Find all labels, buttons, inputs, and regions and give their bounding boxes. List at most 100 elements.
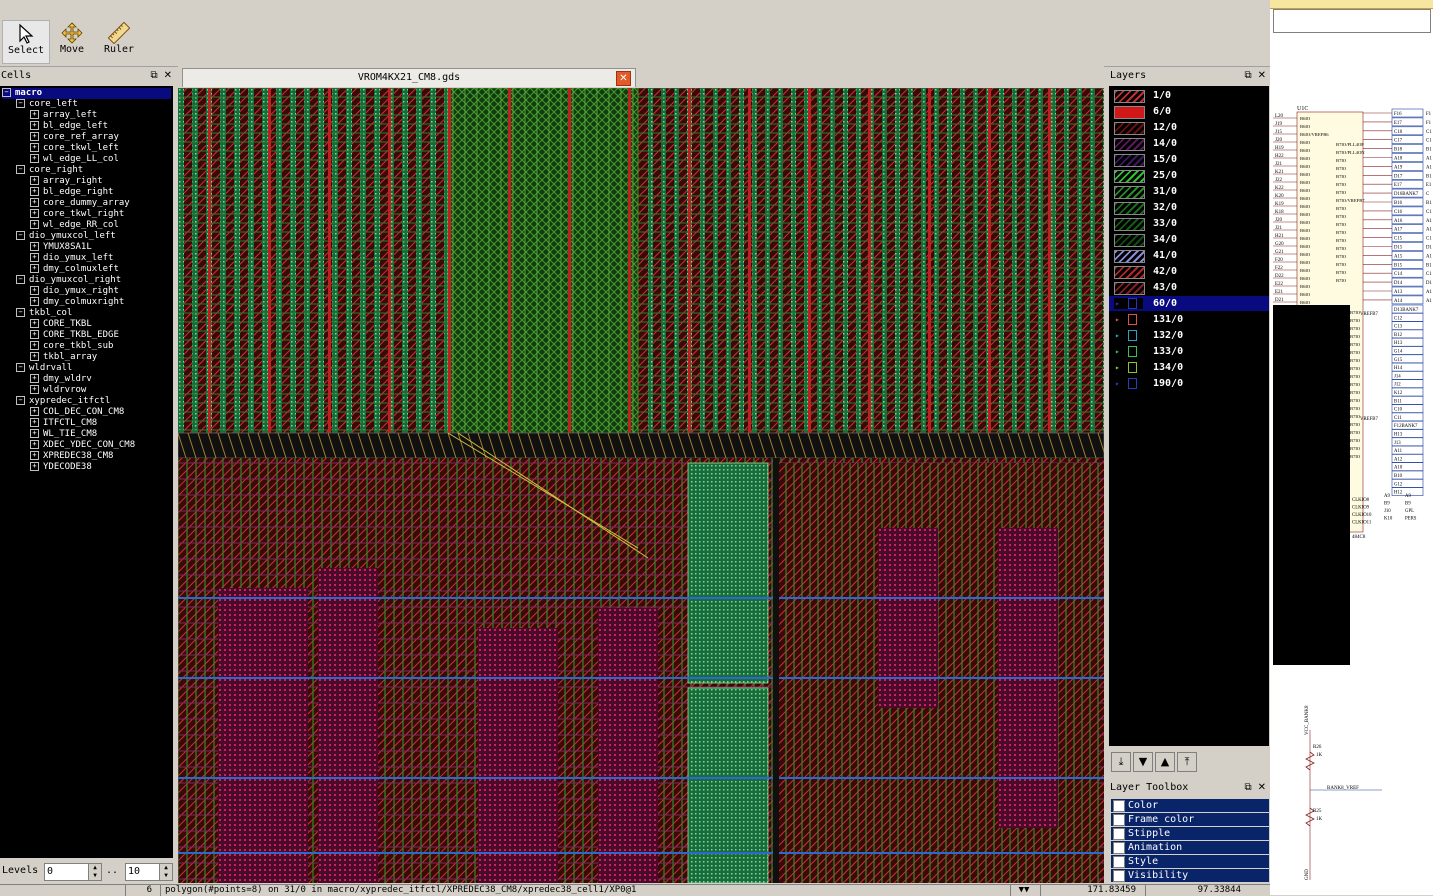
layer-row[interactable]: 41/0 xyxy=(1109,248,1269,263)
collapse-icon[interactable]: − xyxy=(16,396,25,405)
layer-row[interactable]: ▸ 60/0 xyxy=(1109,296,1269,311)
cell-tree-item[interactable]: + dmy_wldrv xyxy=(30,374,92,385)
layer-row[interactable]: 25/0 xyxy=(1109,168,1269,183)
float-panel-icon[interactable]: ⧉ xyxy=(1244,782,1251,793)
toolbox-checkbox[interactable] xyxy=(1113,856,1125,868)
expand-icon[interactable]: + xyxy=(30,407,39,416)
cell-tree-item[interactable]: + bl_edge_right xyxy=(30,187,113,198)
cell-tree-item[interactable]: + wl_edge_LL_col xyxy=(30,154,119,165)
cell-tree-item[interactable]: + WL_TIE_CM8 xyxy=(30,429,97,440)
toolbox-item[interactable]: Style xyxy=(1111,855,1269,868)
cell-tree[interactable]: − macro − core_left + array_left + bl_edge_left… xyxy=(0,86,173,858)
layer-swatch[interactable] xyxy=(1114,138,1145,151)
toolbox-checkbox[interactable] xyxy=(1113,870,1125,882)
expand-icon[interactable]: + xyxy=(30,297,39,306)
cell-tree-item[interactable]: + wl_edge_RR_col xyxy=(30,220,119,231)
move-to-bottom-button[interactable]: ⤓ xyxy=(1111,752,1131,772)
expand-icon[interactable]: + xyxy=(30,264,39,273)
layer-swatch[interactable] xyxy=(1114,186,1145,199)
layer-swatch[interactable]: ▸ xyxy=(1114,314,1143,325)
expand-icon[interactable]: + xyxy=(30,121,39,130)
layer-swatch[interactable]: ▸ xyxy=(1114,298,1143,309)
expand-icon[interactable]: + xyxy=(30,330,39,339)
move-up-button[interactable]: ▲ xyxy=(1155,752,1175,772)
layer-row[interactable]: 15/0 xyxy=(1109,152,1269,167)
collapse-icon[interactable]: − xyxy=(16,275,25,284)
select-tool-button[interactable]: Select xyxy=(2,20,50,64)
cell-tree-item[interactable]: + core_tkbl_sub xyxy=(30,341,113,352)
collapse-icon[interactable]: − xyxy=(2,88,11,97)
collapse-icon[interactable]: − xyxy=(16,363,25,372)
toolbox-checkbox[interactable] xyxy=(1113,800,1125,812)
dropdown-arrow-icon[interactable]: ▼▼ xyxy=(1010,885,1037,896)
cell-tree-item[interactable]: − core_left xyxy=(16,99,78,110)
toolbox-item[interactable]: Frame color xyxy=(1111,813,1269,826)
cell-tree-item[interactable]: + XDEC_YDEC_CON_CM8 xyxy=(30,440,135,451)
layer-swatch[interactable]: ▸ xyxy=(1114,346,1143,357)
layer-list[interactable]: 1/0 6/0 12/0 14/0 15/0 25/0 31/0 32/0 33/0 34/0 41… xyxy=(1109,86,1269,746)
close-icon[interactable]: ✕ xyxy=(164,70,172,81)
expand-icon[interactable]: + xyxy=(30,209,39,218)
toolbox-checkbox[interactable] xyxy=(1113,814,1125,826)
ruler-tool-button[interactable]: Ruler xyxy=(96,20,142,62)
close-icon[interactable]: ✕ xyxy=(1258,70,1266,81)
layer-row[interactable]: ▸ 131/0 xyxy=(1109,312,1269,327)
layer-swatch[interactable]: ▸ xyxy=(1114,362,1143,373)
layer-swatch[interactable] xyxy=(1114,170,1145,183)
layer-row[interactable]: ▸ 133/0 xyxy=(1109,344,1269,359)
float-panel-icon[interactable]: ⧉ xyxy=(150,70,157,81)
cell-tree-item[interactable]: + dmy_colmuxright xyxy=(30,297,124,308)
collapse-icon[interactable]: − xyxy=(16,99,25,108)
toolbox-item[interactable]: Visibility xyxy=(1111,869,1269,882)
expand-icon[interactable]: + xyxy=(30,253,39,262)
collapse-icon[interactable]: − xyxy=(16,165,25,174)
collapse-icon[interactable]: − xyxy=(16,231,25,240)
toolbox-checkbox[interactable] xyxy=(1113,828,1125,840)
cell-tree-item[interactable]: − wldrvall xyxy=(16,363,72,374)
expand-icon[interactable]: + xyxy=(30,176,39,185)
spin-arrows-icon[interactable]: ▲ ▼ xyxy=(88,864,101,880)
level-to-spinbox[interactable]: 10 ▲ ▼ xyxy=(125,863,173,881)
layer-swatch[interactable]: ▸ xyxy=(1114,330,1143,341)
layer-row[interactable]: 1/0 xyxy=(1109,88,1269,103)
layer-swatch[interactable] xyxy=(1114,154,1145,167)
cell-tree-item[interactable]: + YDECODE38 xyxy=(30,462,92,473)
expand-icon[interactable]: + xyxy=(30,143,39,152)
cell-tree-item[interactable]: − dio_ymuxcol_right xyxy=(16,275,121,286)
layout-drawing[interactable] xyxy=(178,88,1104,883)
cell-tree-item[interactable]: + dio_ymux_left xyxy=(30,253,113,264)
layer-swatch[interactable] xyxy=(1114,122,1145,135)
expand-icon[interactable]: + xyxy=(30,374,39,383)
expand-icon[interactable]: + xyxy=(30,286,39,295)
cell-tree-item[interactable]: + ITFCTL_CM8 xyxy=(30,418,97,429)
layer-row[interactable]: ▸ 132/0 xyxy=(1109,328,1269,343)
cell-tree-item[interactable]: + COL_DEC_CON_CM8 xyxy=(30,407,124,418)
expand-icon[interactable]: + xyxy=(30,341,39,350)
layer-swatch[interactable]: ▸ xyxy=(1114,378,1143,389)
layer-swatch[interactable] xyxy=(1114,266,1145,279)
cell-tree-item[interactable]: + array_left xyxy=(30,110,97,121)
cell-tree-item[interactable]: + core_tkwl_right xyxy=(30,209,124,220)
move-down-button[interactable]: ▼ xyxy=(1133,752,1153,772)
expand-icon[interactable]: + xyxy=(30,132,39,141)
layer-row[interactable]: 31/0 xyxy=(1109,184,1269,199)
expand-icon[interactable]: + xyxy=(30,242,39,251)
expand-icon[interactable]: + xyxy=(30,220,39,229)
expand-icon[interactable]: + xyxy=(30,385,39,394)
cell-tree-item[interactable]: − dio_ymuxcol_left xyxy=(16,231,116,242)
cell-tree-item[interactable]: + tkbl_array xyxy=(30,352,97,363)
layer-row[interactable]: 43/0 xyxy=(1109,280,1269,295)
layout-canvas[interactable] xyxy=(178,88,1104,883)
cell-tree-item[interactable]: + core_dummy_array xyxy=(30,198,130,209)
expand-icon[interactable]: + xyxy=(30,110,39,119)
layer-row[interactable]: 6/0 xyxy=(1109,104,1269,119)
layer-row[interactable]: 33/0 xyxy=(1109,216,1269,231)
layer-row[interactable]: ▸ 134/0 xyxy=(1109,360,1269,375)
move-to-top-button[interactable]: ⤒ xyxy=(1177,752,1197,772)
toolbox-item[interactable]: Color xyxy=(1111,799,1269,812)
spin-arrows-icon[interactable]: ▲ ▼ xyxy=(159,864,172,880)
expand-icon[interactable]: + xyxy=(30,462,39,471)
toolbox-checkbox[interactable] xyxy=(1113,842,1125,854)
tree-root-macro[interactable]: − macro xyxy=(2,88,171,99)
collapse-icon[interactable]: − xyxy=(16,308,25,317)
